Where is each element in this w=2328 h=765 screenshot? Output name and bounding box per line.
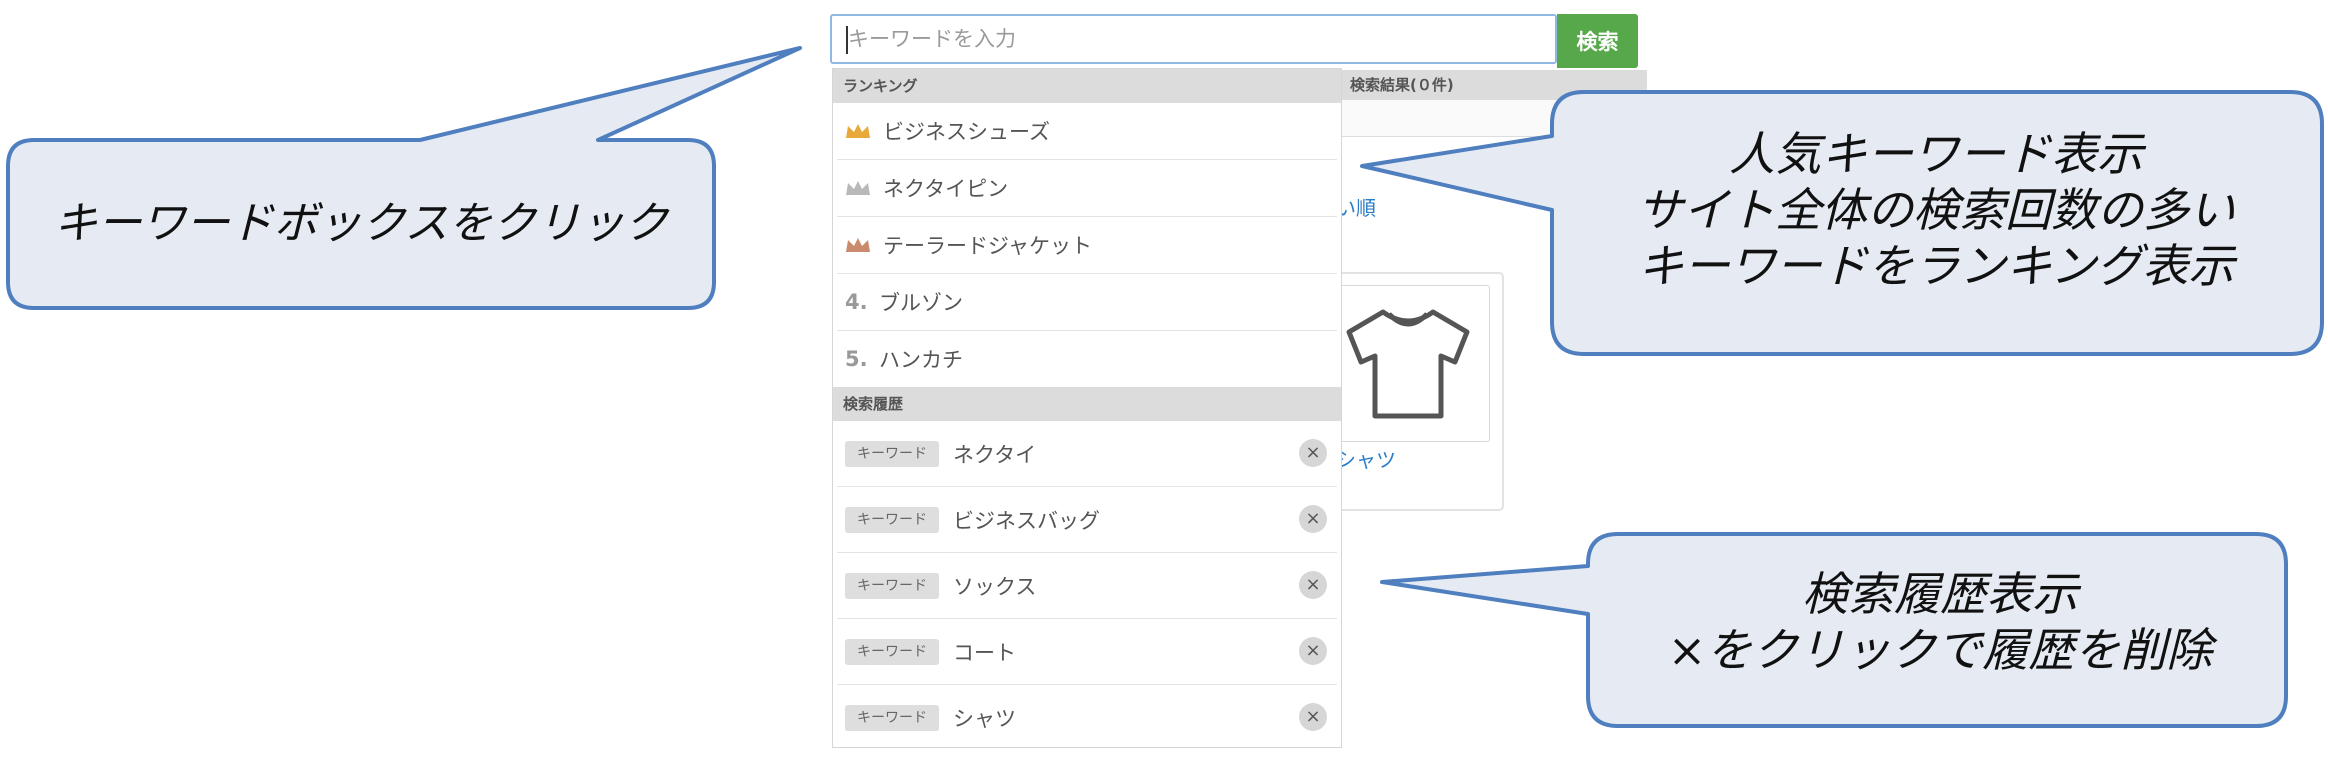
callout-popular-line: サイト全体の検索回数の多い bbox=[1637, 183, 2235, 238]
callout-click-box-text: キーワードボックスをクリック bbox=[53, 198, 669, 249]
callout-history-line: 検索履歴表示 bbox=[1802, 567, 2078, 621]
callout-popular-text: 人気キーワード表示 サイト全体の検索回数の多い キーワードをランキング表示 bbox=[1548, 126, 2324, 294]
callout-popular-line: 人気キーワード表示 bbox=[1729, 127, 2143, 181]
callout-popular-line: キーワードをランキング表示 bbox=[1637, 239, 2235, 294]
callout-history-line: ×をクリックで履歴を削除 bbox=[1667, 623, 2213, 678]
callout-history-text: 検索履歴表示 ×をクリックで履歴を削除 bbox=[1590, 566, 2290, 678]
